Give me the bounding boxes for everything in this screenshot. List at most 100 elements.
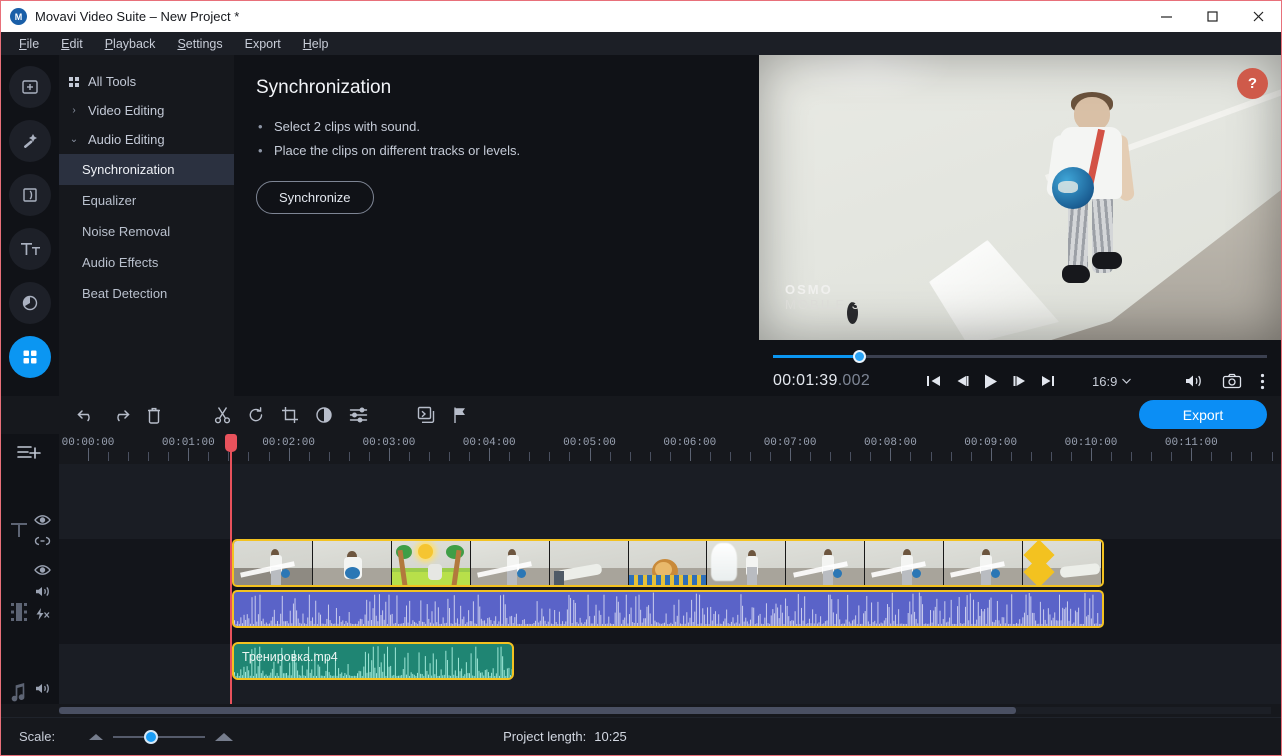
- play-icon[interactable]: [982, 373, 1000, 390]
- timecode-main: 00:01:39: [773, 372, 838, 389]
- menu-item-export[interactable]: Export: [235, 34, 291, 54]
- ruler-tick: [1231, 452, 1232, 461]
- camera-icon[interactable]: [1222, 373, 1242, 389]
- ruler-tick: [991, 448, 992, 461]
- tool-item-noise-removal[interactable]: Noise Removal: [59, 216, 234, 247]
- add-track-icon[interactable]: [17, 444, 41, 465]
- maximize-button[interactable]: [1189, 1, 1235, 32]
- project-length: Project length:10:25: [503, 729, 627, 744]
- step-forward-icon[interactable]: [1012, 374, 1028, 388]
- tools-all-tools[interactable]: All Tools: [59, 67, 234, 96]
- ruler-tick: [1191, 448, 1192, 461]
- tool-item-audio-effects[interactable]: Audio Effects: [59, 247, 234, 278]
- ruler-tick: [670, 452, 671, 461]
- crop-icon[interactable]: [273, 396, 307, 434]
- tool-item-synchronization[interactable]: Synchronization: [59, 154, 234, 185]
- marker-icon[interactable]: [443, 396, 477, 434]
- skip-to-end-icon[interactable]: [1040, 374, 1056, 388]
- menu-item-edit[interactable]: Edit: [51, 34, 93, 54]
- clip-thumbnail: [550, 541, 629, 585]
- video-track-icon: [9, 601, 29, 626]
- zoom-in-icon[interactable]: [215, 733, 233, 741]
- tool-item-beat-detection[interactable]: Beat Detection: [59, 278, 234, 309]
- all-tools-label: All Tools: [88, 74, 136, 89]
- menu-item-playback[interactable]: Playback: [95, 34, 166, 54]
- clip-thumbnail: [865, 541, 944, 585]
- seek-bar[interactable]: [773, 350, 1267, 364]
- hscroll-track[interactable]: [59, 707, 1271, 714]
- scale-thumb[interactable]: [144, 730, 158, 744]
- video-clip[interactable]: [232, 539, 1104, 587]
- cut-icon[interactable]: [205, 396, 239, 434]
- synchronize-button[interactable]: Synchronize: [256, 181, 374, 214]
- menu-item-settings[interactable]: Settings: [167, 34, 232, 54]
- redo-icon[interactable]: [103, 396, 137, 434]
- video-audio-waveform-clip[interactable]: [232, 590, 1104, 628]
- help-button[interactable]: ?: [1237, 68, 1268, 99]
- eye-icon[interactable]: [34, 514, 51, 529]
- tools-group-label-video: Video Editing: [88, 103, 164, 118]
- close-button[interactable]: [1235, 1, 1281, 32]
- properties-icon[interactable]: [341, 396, 375, 434]
- ruler-tick: [389, 448, 390, 461]
- video-preview[interactable]: OSMO MOBILE 3 ?: [759, 55, 1281, 340]
- playhead-handle[interactable]: [225, 434, 237, 452]
- ruler-tick: [489, 448, 490, 461]
- playhead[interactable]: [230, 434, 232, 704]
- ruler-tick: [509, 452, 510, 461]
- menu-item-file[interactable]: File: [9, 34, 49, 54]
- eye-icon[interactable]: [34, 564, 51, 579]
- zoom-out-icon[interactable]: [89, 734, 103, 740]
- fx-off-icon[interactable]: [34, 607, 51, 624]
- seek-fill: [773, 355, 859, 358]
- undo-icon[interactable]: [69, 396, 103, 434]
- rail-item-filters[interactable]: [9, 282, 51, 324]
- step-back-icon[interactable]: [954, 374, 970, 388]
- timeline-tracks-area[interactable]: 00:00:0000:01:0000:02:0000:03:0000:04:00…: [59, 434, 1281, 704]
- color-adjust-icon[interactable]: [307, 396, 341, 434]
- tools-group-video-editing[interactable]: › Video Editing: [59, 96, 234, 125]
- timeline-ruler[interactable]: 00:00:0000:01:0000:02:0000:03:0000:04:00…: [59, 434, 1281, 464]
- speaker-icon[interactable]: [34, 682, 51, 698]
- skip-to-start-icon[interactable]: [926, 374, 942, 388]
- rail-item-more-tools[interactable]: [9, 336, 51, 378]
- ruler-tick: [529, 452, 530, 461]
- overlay-icon[interactable]: [409, 396, 443, 434]
- ruler-tick: [590, 448, 591, 461]
- chevron-down-icon: ⌄: [69, 134, 79, 145]
- hscroll-thumb[interactable]: [59, 707, 1016, 714]
- ruler-tick: [1051, 452, 1052, 461]
- tool-item-equalizer[interactable]: Equalizer: [59, 185, 234, 216]
- audio-clip[interactable]: Тренировка.mp4: [232, 642, 514, 680]
- rail-item-import-media[interactable]: [9, 66, 51, 108]
- export-button[interactable]: Export: [1139, 400, 1267, 429]
- ruler-tick: [409, 452, 410, 461]
- aspect-ratio-selector[interactable]: 16:9: [1092, 374, 1131, 389]
- scale-slider[interactable]: [89, 729, 233, 745]
- rail-item-transitions[interactable]: [9, 174, 51, 216]
- ruler-tick: [1131, 452, 1132, 461]
- ruler-tick: [690, 448, 691, 461]
- ruler-tick: [269, 452, 270, 461]
- menu-item-help[interactable]: Help: [293, 34, 339, 54]
- track-title[interactable]: [59, 464, 1281, 539]
- rotate-icon[interactable]: [239, 396, 273, 434]
- rail-item-titles[interactable]: [9, 228, 51, 270]
- seek-thumb[interactable]: [853, 350, 866, 363]
- scale-track[interactable]: [113, 729, 205, 745]
- minimize-button[interactable]: [1143, 1, 1189, 32]
- more-vertical-icon[interactable]: [1260, 373, 1265, 390]
- volume-icon[interactable]: [1184, 373, 1204, 389]
- rail-item-magic-wand[interactable]: [9, 120, 51, 162]
- link-icon[interactable]: [34, 535, 51, 550]
- timeline-hscrollbar[interactable]: [1, 704, 1281, 717]
- ruler-tick: [248, 452, 249, 461]
- ruler-tick: [790, 448, 791, 461]
- timecode-ms: .002: [838, 372, 870, 389]
- tools-group-audio-editing[interactable]: ⌄ Audio Editing: [59, 125, 234, 154]
- ruler-tick: [1272, 452, 1273, 461]
- ruler-tick: [429, 452, 430, 461]
- speaker-icon[interactable]: [34, 585, 51, 601]
- watermark-line-1: OSMO: [785, 282, 861, 297]
- delete-icon[interactable]: [137, 396, 171, 434]
